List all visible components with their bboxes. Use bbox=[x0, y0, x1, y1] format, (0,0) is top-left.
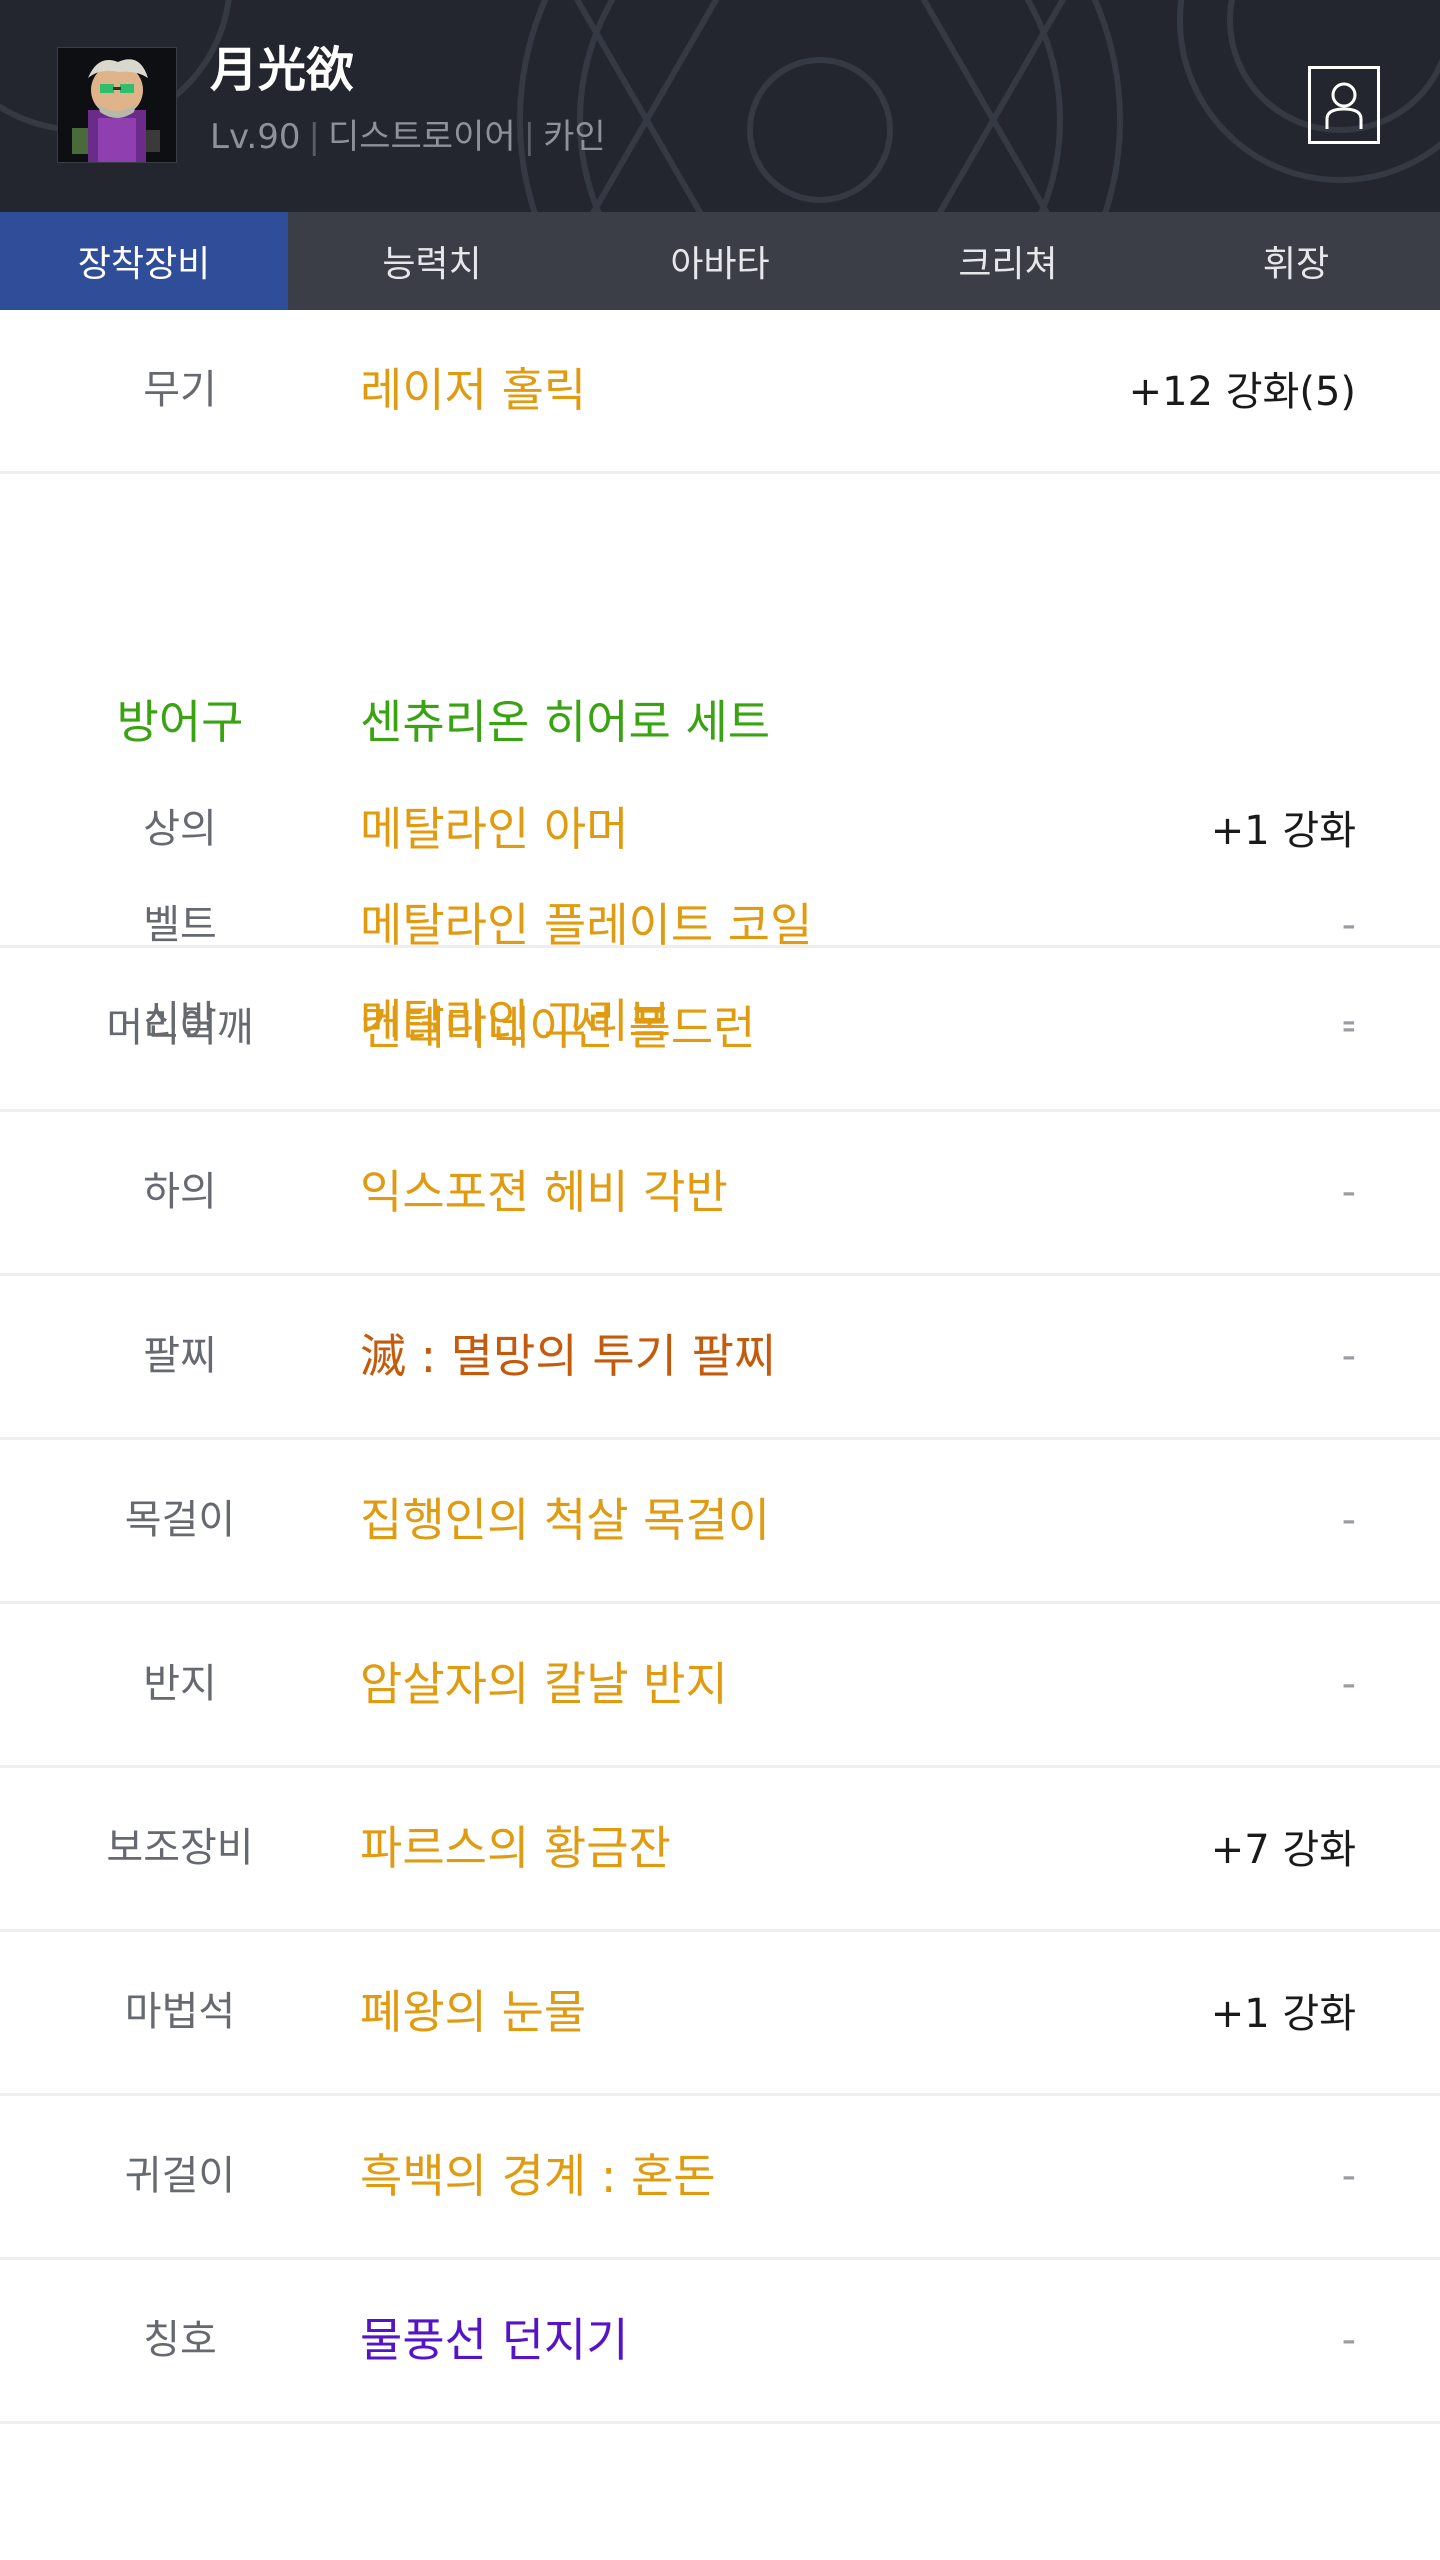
equipment-row: 보조장비 파르스의 황금잔 +7 강화 bbox=[0, 1768, 1440, 1932]
equipment-row: 목걸이 집행인의 척살 목걸이 - bbox=[0, 1440, 1440, 1604]
armor-set-label: 방어구 bbox=[116, 695, 244, 749]
equipment-row-armor-set: 방어구 센츄리온 히어로 세트 상의 메탈라인 아머 +1 강화 벨트 메탈라인… bbox=[0, 474, 1440, 1048]
slot-label: 무기 bbox=[143, 367, 217, 413]
slot-label: 상의 bbox=[143, 806, 217, 852]
tab-avatar[interactable]: 아바타 bbox=[576, 212, 864, 310]
equipment-row: 마법석 폐왕의 눈물 +1 강화 bbox=[0, 1932, 1440, 2096]
equipment-list: 무기 레이저 홀릭 +12 강화(5) 방어구 센츄리온 히어로 세트 상의 메… bbox=[0, 310, 1440, 2424]
info-separator: | bbox=[308, 117, 320, 157]
slot-label: 칭호 bbox=[143, 2317, 217, 2363]
equipment-row: 반지 암살자의 칼날 반지 - bbox=[0, 1604, 1440, 1768]
equipment-row: 머리어깨 컨테미네이션 폴드런 - bbox=[0, 948, 1440, 1112]
user-profile-icon bbox=[1325, 82, 1363, 129]
enhance-value: +7 강화 bbox=[1210, 1827, 1356, 1873]
profile-button[interactable] bbox=[1308, 66, 1380, 144]
enhance-value: - bbox=[1341, 1497, 1356, 1543]
slot-label: 보조장비 bbox=[106, 1825, 254, 1871]
slot-label: 마법석 bbox=[124, 1989, 236, 2035]
item-name[interactable]: 물풍선 던지기 bbox=[360, 2310, 629, 2370]
slot-label: 벨트 bbox=[143, 902, 217, 948]
character-server: 카인 bbox=[543, 117, 606, 157]
enhance-value: - bbox=[1341, 1333, 1356, 1379]
item-name[interactable]: 흑백의 경계 : 혼돈 bbox=[360, 2146, 716, 2206]
character-info: Lv.90 | 디스트로이어 | 카인 bbox=[210, 115, 606, 159]
tab-creature[interactable]: 크리쳐 bbox=[864, 212, 1152, 310]
item-name[interactable]: 집행인의 척살 목걸이 bbox=[360, 1490, 770, 1550]
item-name[interactable]: 滅 : 멸망의 투기 팔찌 bbox=[360, 1326, 776, 1386]
item-name[interactable]: 컨테미네이션 폴드런 bbox=[360, 998, 756, 1058]
tab-bar: 장착장비 능력치 아바타 크리쳐 휘장 bbox=[0, 212, 1440, 310]
tab-insignia[interactable]: 휘장 bbox=[1152, 212, 1440, 310]
slot-label: 귀걸이 bbox=[124, 2153, 236, 2199]
slot-label: 목걸이 bbox=[124, 1497, 236, 1543]
slot-label: 하의 bbox=[143, 1169, 217, 1215]
item-name[interactable]: 폐왕의 눈물 bbox=[360, 1982, 586, 2042]
character-level: Lv.90 bbox=[210, 117, 301, 157]
enhance-value: - bbox=[1341, 902, 1356, 948]
slot-label: 머리어깨 bbox=[106, 1005, 254, 1051]
magic-circle-background bbox=[0, 0, 1440, 212]
tab-stats[interactable]: 능력치 bbox=[288, 212, 576, 310]
equipment-row: 귀걸이 흑백의 경계 : 혼돈 - bbox=[0, 2096, 1440, 2260]
enhance-value: +1 강화 bbox=[1210, 808, 1356, 854]
enhance-value: - bbox=[1341, 1169, 1356, 1215]
item-name[interactable]: 메탈라인 아머 bbox=[360, 799, 629, 859]
character-header: 月光欲 Lv.90 | 디스트로이어 | 카인 bbox=[0, 0, 1440, 212]
item-name[interactable]: 메탈라인 플레이트 코일 bbox=[360, 895, 812, 955]
character-name: 月光欲 bbox=[210, 42, 355, 98]
character-job: 디스트로이어 bbox=[327, 117, 516, 157]
item-name[interactable]: 익스포젼 헤비 각반 bbox=[360, 1162, 728, 1222]
equipment-row: 칭호 물풍선 던지기 - bbox=[0, 2260, 1440, 2424]
enhance-value: - bbox=[1341, 1005, 1356, 1051]
item-name[interactable]: 암살자의 칼날 반지 bbox=[360, 1654, 728, 1714]
character-portrait bbox=[57, 47, 177, 163]
info-separator: | bbox=[523, 117, 536, 157]
slot-label: 팔찌 bbox=[143, 1333, 217, 1379]
item-name[interactable]: 파르스의 황금잔 bbox=[360, 1818, 671, 1878]
enhance-value: - bbox=[1341, 2317, 1356, 2363]
tab-equipment[interactable]: 장착장비 bbox=[0, 212, 288, 310]
item-name[interactable]: 레이저 홀릭 bbox=[360, 360, 586, 420]
set-name[interactable]: 센츄리온 히어로 세트 bbox=[360, 692, 770, 752]
enhance-value: - bbox=[1341, 1661, 1356, 1707]
enhance-value: +1 강화 bbox=[1210, 1991, 1356, 2037]
slot-label: 반지 bbox=[143, 1661, 217, 1707]
equipment-row: 하의 익스포젼 헤비 각반 - bbox=[0, 1112, 1440, 1276]
enhance-value: - bbox=[1341, 2153, 1356, 2199]
equipment-row: 팔찌 滅 : 멸망의 투기 팔찌 - bbox=[0, 1276, 1440, 1440]
equipment-row-weapon: 무기 레이저 홀릭 +12 강화(5) bbox=[0, 310, 1440, 474]
enhance-value: +12 강화(5) bbox=[1128, 369, 1356, 415]
